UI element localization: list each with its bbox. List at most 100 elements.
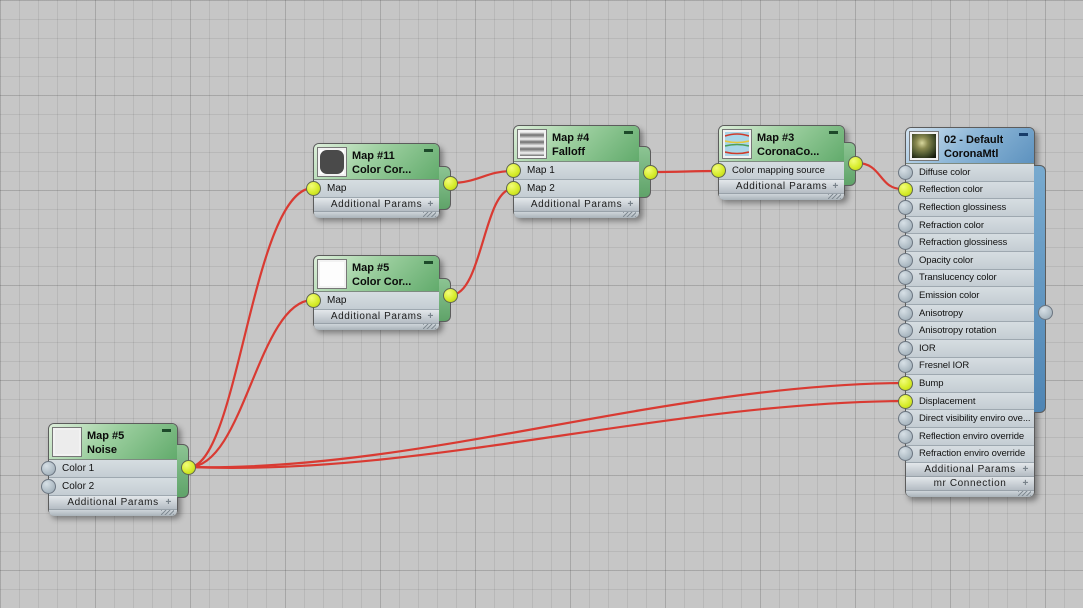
- resize-grip-icon: [161, 510, 174, 515]
- footer-label: Additional Params: [330, 311, 423, 322]
- minimize-icon[interactable]: [1019, 133, 1028, 136]
- expand-icon: +: [427, 311, 434, 322]
- node-color-correct-11[interactable]: Map #11 Color Cor... Map Additional Para…: [306, 143, 458, 218]
- wire-noise-to-displacement[interactable]: [188, 399, 904, 470]
- input-socket-reflection-enviro-override[interactable]: [898, 428, 913, 444]
- input-socket-bump[interactable]: [898, 375, 913, 391]
- additional-params-expander[interactable]: Additional Params +: [719, 180, 844, 194]
- resize-grip[interactable]: [719, 194, 844, 200]
- input-socket-refraction-color[interactable]: [898, 217, 913, 233]
- node-color-correct-5[interactable]: Map #5 Color Cor... Map Additional Param…: [306, 255, 458, 330]
- additional-params-expander[interactable]: Additional Params +: [514, 198, 639, 212]
- resize-grip-icon: [1018, 491, 1031, 497]
- input-label: Opacity color: [919, 254, 974, 266]
- minimize-icon[interactable]: [162, 429, 171, 432]
- wire-noise-to-cc11-map[interactable]: [188, 186, 313, 469]
- input-socket-reflection-glossiness[interactable]: [898, 199, 913, 215]
- input-socket-color1[interactable]: [41, 461, 56, 476]
- input-socket-fresnel-ior[interactable]: [898, 358, 913, 374]
- node-corona-color-map[interactable]: Map #3 CoronaCo... Color mapping source …: [711, 125, 863, 200]
- input-socket-translucency-color[interactable]: [898, 270, 913, 286]
- resize-grip-icon: [828, 194, 841, 199]
- input-socket-refraction-enviro-override[interactable]: [898, 446, 913, 462]
- additional-params-expander[interactable]: Additional Params +: [906, 463, 1034, 478]
- node-editor-canvas[interactable]: Map #11 Color Cor... Map Additional Para…: [0, 0, 1083, 608]
- input-row: Reflection color: [898, 181, 1034, 200]
- input-socket-map1[interactable]: [506, 163, 521, 178]
- input-socket-ior[interactable]: [898, 340, 913, 356]
- additional-params-expander[interactable]: Additional Params +: [314, 310, 439, 324]
- input-socket-anisotropy[interactable]: [898, 305, 913, 321]
- input-socket-emission-color[interactable]: [898, 287, 913, 303]
- input-socket-map2[interactable]: [506, 181, 521, 196]
- input-label: Reflection enviro override: [919, 430, 1025, 442]
- input-socket-map[interactable]: [306, 293, 321, 308]
- node-header[interactable]: Map #3 CoronaCo...: [719, 126, 844, 162]
- node-title: Map #5: [87, 430, 125, 442]
- output-socket[interactable]: [443, 288, 458, 303]
- input-socket-map[interactable]: [306, 181, 321, 196]
- additional-params-expander[interactable]: Additional Params +: [314, 198, 439, 212]
- map-thumbnail: [318, 148, 346, 176]
- input-label: Anisotropy rotation: [919, 325, 997, 337]
- input-label: IOR: [919, 342, 936, 354]
- output-socket[interactable]: [848, 156, 863, 171]
- input-socket-reflection-color[interactable]: [898, 182, 913, 198]
- node-header[interactable]: Map #5 Color Cor...: [314, 256, 439, 292]
- wire-coronacolor-to-reflection[interactable]: [856, 161, 903, 191]
- resize-grip-icon: [423, 324, 436, 329]
- minimize-icon[interactable]: [624, 131, 633, 134]
- input-socket-diffuse-color[interactable]: [898, 164, 913, 180]
- input-row: Color mapping source: [711, 162, 844, 180]
- input-socket-anisotropy-rotation[interactable]: [898, 323, 913, 339]
- input-label: Emission color: [919, 289, 980, 301]
- resize-grip[interactable]: [514, 212, 639, 218]
- output-socket[interactable]: [181, 460, 196, 475]
- output-socket[interactable]: [443, 176, 458, 191]
- node-falloff[interactable]: Map #4 Falloff Map 1 Map 2 Additional Pa…: [506, 125, 658, 218]
- input-socket-direct-visibility-override[interactable]: [898, 411, 913, 427]
- expand-icon: +: [427, 199, 434, 210]
- input-socket-color-mapping-source[interactable]: [711, 163, 726, 178]
- input-label: Anisotropy: [919, 307, 963, 319]
- resize-grip[interactable]: [314, 212, 439, 218]
- map-thumbnail: [723, 130, 751, 158]
- node-noise[interactable]: Map #5 Noise Color 1 Color 2 Additional …: [41, 423, 196, 516]
- wire-noise-to-cc5-map[interactable]: [188, 298, 313, 469]
- minimize-icon[interactable]: [424, 261, 433, 264]
- input-socket-color2[interactable]: [41, 479, 56, 494]
- node-title: Map #3: [757, 132, 795, 144]
- input-socket-displacement[interactable]: [898, 393, 913, 409]
- minimize-icon[interactable]: [424, 149, 433, 152]
- node-subtitle: Color Cor...: [352, 164, 412, 176]
- mr-connection-expander[interactable]: mr Connection +: [906, 477, 1034, 492]
- wire-cc5-to-falloff-map2[interactable]: [450, 187, 513, 297]
- wire-falloff-to-coronacolor[interactable]: [653, 169, 718, 174]
- input-row: Fresnel IOR: [898, 357, 1034, 376]
- output-socket[interactable]: [643, 165, 658, 180]
- footer-label: Additional Params: [530, 199, 623, 210]
- node-corona-mtl[interactable]: 02 - Default CoronaMtl Diffuse color Ref…: [898, 127, 1053, 498]
- node-header[interactable]: Map #4 Falloff: [514, 126, 639, 162]
- resize-grip[interactable]: [49, 510, 177, 516]
- node-header[interactable]: 02 - Default CoronaMtl: [906, 128, 1034, 164]
- input-row: Anisotropy: [898, 304, 1034, 323]
- wavy-colors-icon: [724, 132, 750, 156]
- node-subtitle: Noise: [87, 444, 117, 456]
- resize-grip[interactable]: [314, 324, 439, 330]
- node-title: Map #11: [352, 150, 395, 162]
- footer-label: Additional Params: [67, 497, 159, 508]
- minimize-icon[interactable]: [829, 131, 838, 134]
- node-header[interactable]: Map #11 Color Cor...: [314, 144, 439, 180]
- node-subtitle: CoronaMtl: [944, 148, 999, 160]
- node-header[interactable]: Map #5 Noise: [49, 424, 177, 460]
- input-socket-opacity-color[interactable]: [898, 252, 913, 268]
- resize-grip-icon: [623, 212, 636, 217]
- input-row: Bump: [898, 375, 1034, 393]
- input-socket-refraction-glossiness[interactable]: [898, 235, 913, 251]
- output-socket[interactable]: [1038, 305, 1053, 320]
- wire-noise-to-bump[interactable]: [188, 381, 904, 469]
- additional-params-expander[interactable]: Additional Params +: [49, 496, 177, 510]
- wire-cc11-to-falloff-map1[interactable]: [450, 169, 513, 185]
- resize-grip[interactable]: [906, 491, 1034, 498]
